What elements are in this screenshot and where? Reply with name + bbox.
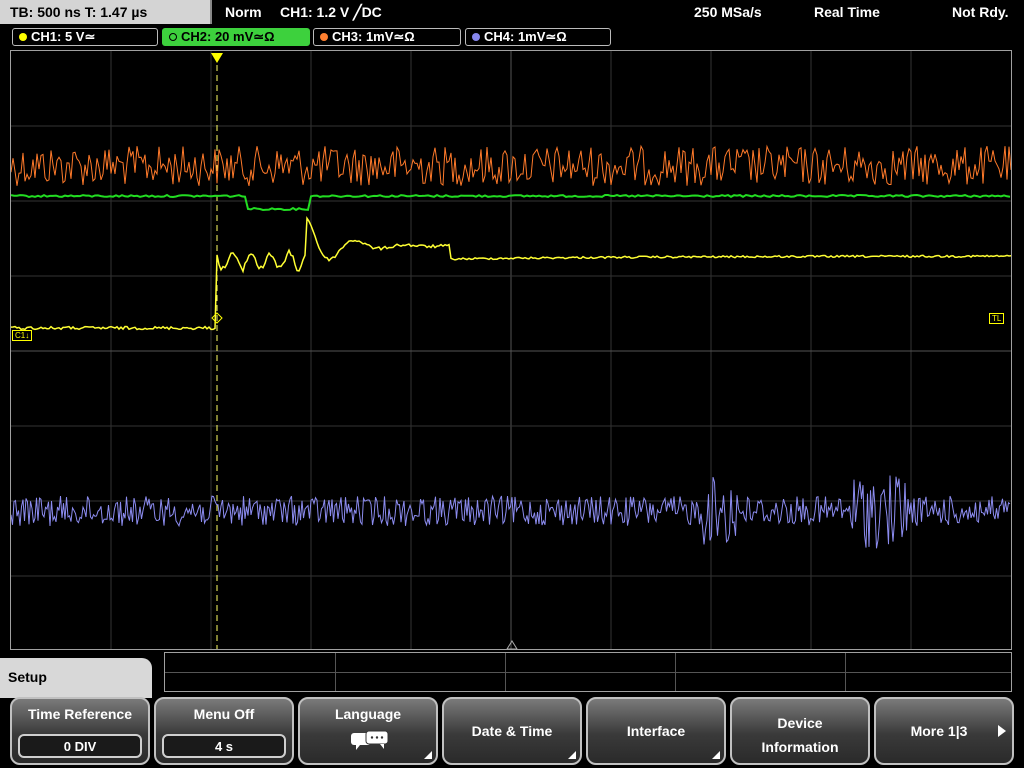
trigger-info[interactable]: CH1: 1.2 V ╱DC	[280, 0, 382, 24]
time-reference-label: Time Reference	[27, 706, 132, 722]
grid	[11, 51, 1011, 649]
date-time-label: Date & Time	[471, 723, 553, 739]
tab-ch1-label: CH1: 5 V≃	[31, 29, 96, 44]
tab-ch4[interactable]: CH4: 1mV≃Ω	[465, 28, 611, 46]
center-marker-icon	[506, 640, 518, 649]
interface-button[interactable]: Interface	[586, 697, 726, 765]
menu-title: Setup	[0, 658, 152, 698]
language-label: Language	[334, 706, 402, 722]
tab-ch3-label: CH3: 1mV≃Ω	[332, 29, 415, 44]
trigger-level-marker[interactable]: TL	[989, 313, 1005, 324]
time-reference-button[interactable]: Time Reference 0 DIV	[10, 697, 150, 765]
tab-ch1[interactable]: CH1: 5 V≃	[12, 28, 158, 46]
device-information-label: Device Information	[732, 711, 868, 759]
more-label: More 1|3	[910, 723, 968, 739]
tab-ch2[interactable]: CH2: 20 mV≃Ω	[162, 28, 310, 46]
trigger-position-icon[interactable]	[211, 53, 223, 63]
waveform-display[interactable]: C1↓ TL	[10, 50, 1012, 650]
channel-tab-row: CH1: 5 V≃ CH2: 20 mV≃Ω CH3: 1mV≃Ω CH4: 1…	[0, 26, 1024, 48]
time-reference-value: 0 DIV	[18, 734, 142, 758]
language-button[interactable]: Language	[298, 697, 438, 765]
top-status-bar: TB: 500 ns T: 1.47 µs Norm CH1: 1.2 V ╱D…	[0, 0, 1024, 25]
menu-off-value: 4 s	[162, 734, 286, 758]
ch2-color-dot-icon	[169, 33, 177, 41]
submenu-corner-icon	[712, 751, 720, 759]
interface-label: Interface	[626, 723, 686, 739]
ch4-color-dot-icon	[472, 33, 480, 41]
speech-bubbles-icon	[351, 730, 389, 750]
acquisition-mode: Real Time	[814, 4, 880, 20]
trigger-mode[interactable]: Norm	[225, 0, 262, 24]
sample-rate: 250 MSa/s	[694, 4, 762, 20]
ch3-color-dot-icon	[320, 33, 328, 41]
submenu-corner-icon	[568, 751, 576, 759]
more-button[interactable]: More 1|3	[874, 697, 1014, 765]
tab-ch4-label: CH4: 1mV≃Ω	[484, 29, 567, 44]
next-page-arrow-icon	[998, 725, 1006, 737]
ch1-color-dot-icon	[19, 33, 27, 41]
menu-off-button[interactable]: Menu Off 4 s	[154, 697, 294, 765]
waveform-canvas	[11, 51, 1011, 649]
tab-ch3[interactable]: CH3: 1mV≃Ω	[313, 28, 461, 46]
ch1-offset-marker[interactable]: C1↓	[12, 330, 33, 341]
timebase-display[interactable]: TB: 500 ns T: 1.47 µs	[0, 0, 212, 24]
device-info-line2: Information	[761, 739, 839, 755]
tab-ch2-label: CH2: 20 mV≃Ω	[181, 29, 275, 44]
measurement-area	[164, 652, 1012, 692]
menu-off-label: Menu Off	[193, 706, 255, 722]
date-time-button[interactable]: Date & Time	[442, 697, 582, 765]
device-info-line1: Device	[777, 715, 823, 731]
device-information-button[interactable]: Device Information	[730, 697, 870, 765]
submenu-corner-icon	[424, 751, 432, 759]
acquisition-status: Not Rdy.	[952, 4, 1009, 20]
